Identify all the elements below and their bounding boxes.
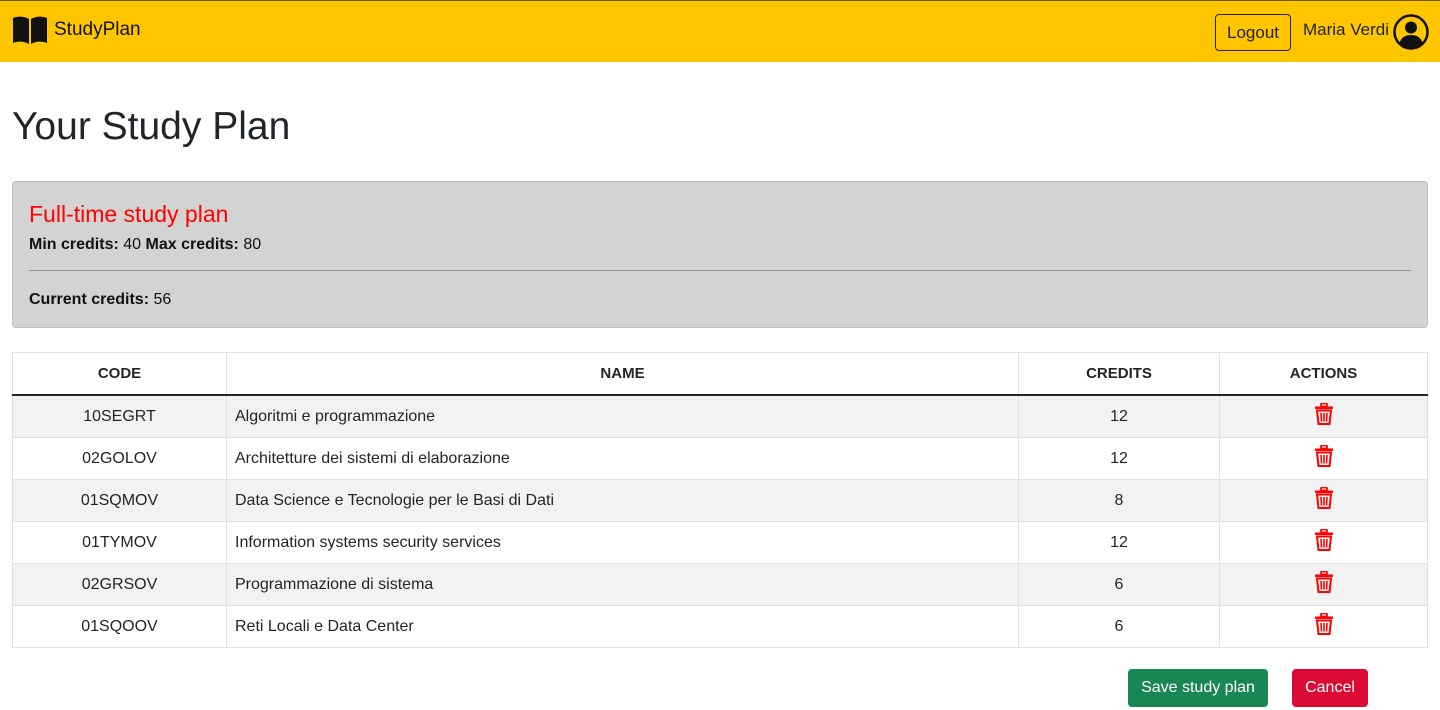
course-name: Programmazione di sistema <box>226 563 1019 606</box>
brand-name: StudyPlan <box>54 19 141 40</box>
table-row: 01SQOOV Reti Locali e Data Center 6 <box>12 605 1428 648</box>
table-row: 10SEGRT Algoritmi e programmazione 12 <box>12 394 1428 438</box>
book-icon <box>12 15 48 45</box>
table-row: 01TYMOV Information systems security ser… <box>12 521 1428 564</box>
course-credits: 6 <box>1018 605 1220 648</box>
brand[interactable]: StudyPlan <box>12 15 141 45</box>
page-title: Your Study Plan <box>12 105 291 148</box>
column-header-code: CODE <box>12 352 227 396</box>
course-code: 01TYMOV <box>12 521 227 564</box>
course-credits: 6 <box>1018 563 1220 606</box>
person-circle-icon[interactable] <box>1393 14 1429 55</box>
username: Maria Verdi <box>1303 20 1389 39</box>
divider <box>29 270 1411 271</box>
trash-icon[interactable] <box>1314 570 1334 598</box>
trash-icon[interactable] <box>1314 528 1334 556</box>
course-name: Architetture dei sistemi di elaborazione <box>226 437 1019 480</box>
table-row: 02GOLOV Architetture dei sistemi di elab… <box>12 437 1428 480</box>
table-header-row: CODE NAME CREDITS ACTIONS <box>12 352 1428 396</box>
credit-limits: Min credits: 40 Max credits: 80 <box>29 236 261 254</box>
actions-cell <box>1219 521 1428 564</box>
course-credits: 12 <box>1018 437 1220 480</box>
current-credits: Current credits: 56 <box>29 291 171 309</box>
course-code: 01SQOOV <box>12 605 227 648</box>
navbar: StudyPlan Logout Maria Verdi <box>0 0 1440 62</box>
course-name: Data Science e Tecnologie per le Basi di… <box>226 479 1019 522</box>
actions-cell <box>1219 437 1428 480</box>
column-header-credits: CREDITS <box>1018 352 1220 396</box>
trash-icon[interactable] <box>1314 444 1334 472</box>
cancel-button[interactable]: Cancel <box>1292 669 1368 707</box>
min-credits-label: Min credits: <box>29 236 119 253</box>
max-credits-label: Max credits: <box>145 236 239 253</box>
save-study-plan-button[interactable]: Save study plan <box>1128 669 1268 707</box>
trash-icon[interactable] <box>1314 612 1334 640</box>
current-credits-value: 56 <box>153 291 172 308</box>
course-code: 02GRSOV <box>12 563 227 606</box>
actions-cell <box>1219 605 1428 648</box>
course-name: Algoritmi e programmazione <box>226 394 1019 438</box>
course-code: 02GOLOV <box>12 437 227 480</box>
trash-icon[interactable] <box>1314 486 1334 514</box>
column-header-actions: ACTIONS <box>1219 352 1428 396</box>
courses-table: CODE NAME CREDITS ACTIONS 10SEGRT Algori… <box>12 352 1428 648</box>
study-plan-summary: Full-time study plan Min credits: 40 Max… <box>12 181 1428 328</box>
course-credits: 12 <box>1018 521 1220 564</box>
current-credits-label: Current credits: <box>29 291 150 308</box>
table-row: 02GRSOV Programmazione di sistema 6 <box>12 563 1428 606</box>
actions-cell <box>1219 479 1428 522</box>
course-code: 01SQMOV <box>12 479 227 522</box>
plan-type-title: Full-time study plan <box>29 201 229 227</box>
table-row: 01SQMOV Data Science e Tecnologie per le… <box>12 479 1428 522</box>
course-name: Reti Locali e Data Center <box>226 605 1019 648</box>
course-credits: 12 <box>1018 394 1220 438</box>
course-credits: 8 <box>1018 479 1220 522</box>
course-code: 10SEGRT <box>12 394 227 438</box>
course-name: Information systems security services <box>226 521 1019 564</box>
min-credits-value: 40 <box>123 236 142 253</box>
logout-button[interactable]: Logout <box>1215 14 1291 51</box>
column-header-name: NAME <box>226 352 1019 396</box>
actions-cell <box>1219 394 1428 438</box>
trash-icon[interactable] <box>1314 402 1334 430</box>
max-credits-value: 80 <box>243 236 262 253</box>
actions-cell <box>1219 563 1428 606</box>
